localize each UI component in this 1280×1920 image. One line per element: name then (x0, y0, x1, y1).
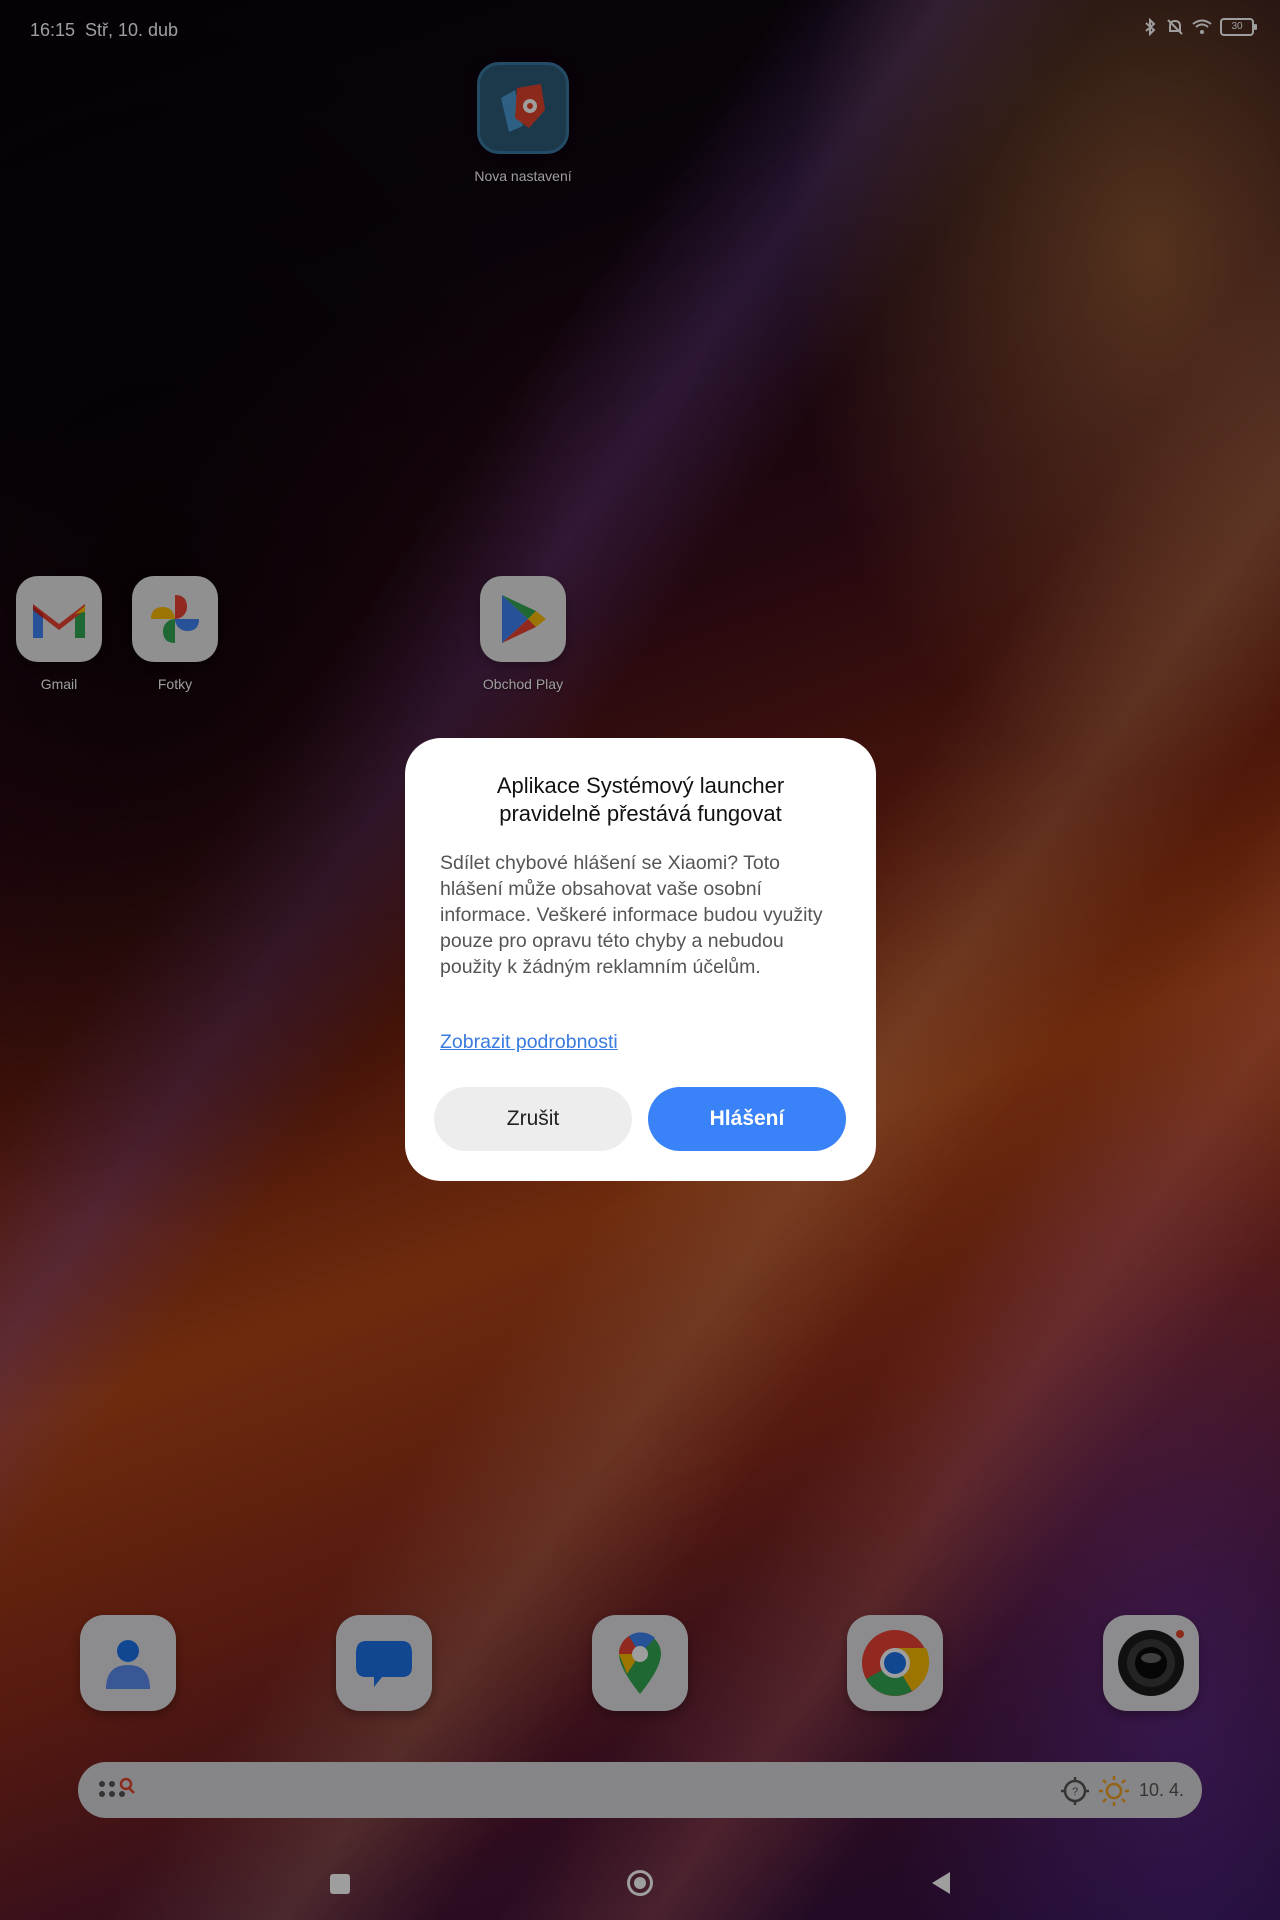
dialog-title: Aplikace Systémový launcher pravidelně p… (496, 773, 785, 826)
show-details-link[interactable]: Zobrazit podrobnosti (440, 1031, 618, 1054)
crash-dialog: Aplikace Systémový launcher pravidelně p… (405, 738, 876, 1181)
dialog-message: Sdílet chybové hlášení se Xiaomi? Toto h… (440, 852, 823, 978)
cancel-button[interactable]: Zrušit (434, 1087, 632, 1151)
report-button[interactable]: Hlášení (648, 1087, 846, 1151)
